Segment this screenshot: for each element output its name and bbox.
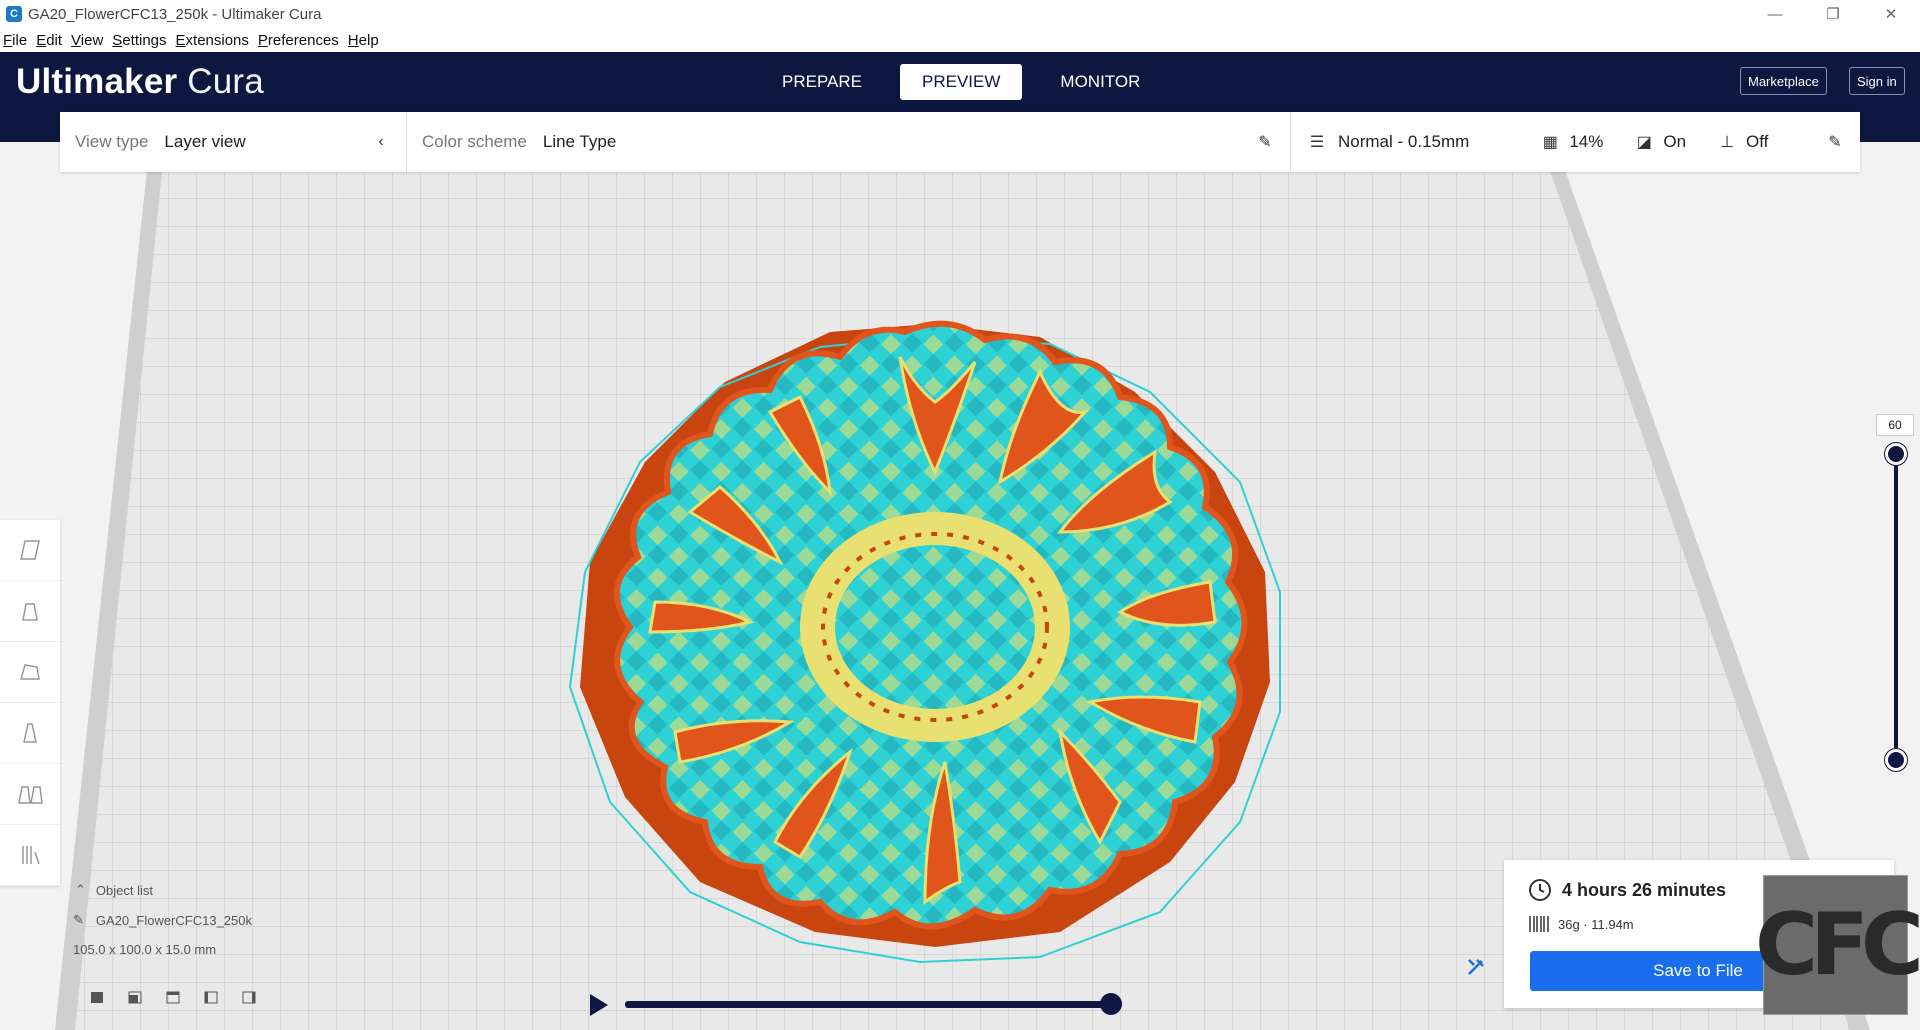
rotate-icon[interactable]: [0, 642, 60, 703]
view-orientation-buttons: [78, 988, 268, 1006]
marketplace-button[interactable]: Marketplace: [1740, 67, 1827, 95]
support-value: On: [1663, 132, 1687, 151]
path-slider-track[interactable]: [625, 1001, 1115, 1008]
scale-icon[interactable]: [0, 581, 60, 642]
view-type-selector[interactable]: View type Layer view ‹: [60, 112, 407, 172]
pencil-icon[interactable]: ✎: [73, 912, 84, 928]
menu-extensions[interactable]: Extensions: [176, 32, 249, 49]
sign-in-button[interactable]: Sign in: [1849, 67, 1905, 95]
object-list-toggle[interactable]: ⌃ Object list: [75, 882, 252, 898]
current-layer-label[interactable]: 60: [1876, 414, 1914, 436]
menu-help[interactable]: Help: [348, 32, 379, 49]
restore-button[interactable]: ❐: [1804, 0, 1862, 28]
close-button[interactable]: ✕: [1862, 0, 1920, 28]
mirror-icon[interactable]: [0, 703, 60, 764]
left-view-icon[interactable]: [192, 988, 230, 1006]
play-icon[interactable]: [590, 994, 608, 1016]
object-info: ⌃ Object list ✎ GA20_FlowerCFC13_250k 10…: [73, 882, 252, 957]
object-list-label: Object list: [95, 882, 153, 898]
tool-panel: [0, 520, 60, 886]
support-icon: ◪: [1636, 134, 1652, 151]
pencil-settings-icon[interactable]: ✎: [1824, 131, 1846, 153]
menu-edit[interactable]: Edit: [36, 32, 62, 49]
minimize-button[interactable]: —: [1746, 0, 1804, 28]
material-usage: 36g · 11.94m: [1528, 914, 1634, 934]
view-type-value: Layer view: [164, 132, 246, 151]
tab-monitor[interactable]: MONITOR: [1038, 64, 1162, 100]
tab-prepare[interactable]: PREPARE: [760, 64, 884, 100]
spool-icon: [1529, 916, 1549, 932]
view-type-label: View type: [75, 132, 149, 151]
print-settings-selector[interactable]: ☰ Normal - 0.15mm ▦ 14% ◪ On ⊥ Off ✎: [1291, 112, 1860, 172]
clock-icon: [1529, 879, 1551, 901]
move-icon[interactable]: [0, 520, 60, 581]
infill-value: 14%: [1569, 132, 1604, 151]
layer-slider-track[interactable]: [1894, 452, 1898, 759]
ultimaker-cura-logo: Ultimaker Cura: [16, 62, 264, 101]
color-scheme-selector[interactable]: Color scheme Line Type ✎: [407, 112, 1291, 172]
path-slider-handle[interactable]: [1100, 993, 1122, 1015]
material-label: 36g · 11.94m: [1558, 916, 1634, 932]
print-time-label: 4 hours 26 minutes: [1562, 879, 1727, 900]
profile-icon: ☰: [1309, 134, 1325, 151]
menu-bar: File Edit View Settings Extensions Prefe…: [0, 28, 1920, 52]
color-scheme-label: Color scheme: [422, 132, 527, 151]
3d-viewport[interactable]: ⌃ Object list ✎ GA20_FlowerCFC13_250k 10…: [0, 142, 1920, 1030]
view-settings-toolbar: View type Layer view ‹ Color scheme Line…: [60, 112, 1860, 172]
chevron-left-icon[interactable]: ‹: [370, 131, 392, 153]
tab-preview[interactable]: PREVIEW: [900, 64, 1023, 100]
3d-view-icon[interactable]: [78, 988, 116, 1006]
menu-settings[interactable]: Settings: [112, 32, 166, 49]
stage-tabs: PREPARE PREVIEW MONITOR: [760, 64, 1178, 100]
cfc-watermark-logo: CFC: [1755, 875, 1920, 1015]
adhesion-value: Off: [1746, 132, 1769, 151]
menu-view[interactable]: View: [71, 32, 103, 49]
support-blocker-icon[interactable]: [0, 825, 60, 886]
per-model-settings-icon[interactable]: [0, 764, 60, 825]
pencil-edit-icon[interactable]: ✎: [1254, 131, 1276, 153]
top-view-icon[interactable]: [154, 988, 192, 1006]
print-time[interactable]: 4 hours 26 minutes: [1528, 878, 1726, 902]
print-setup-tools-icon[interactable]: [1454, 947, 1498, 987]
window-controls: — ❐ ✕: [1746, 0, 1920, 28]
cura-app-icon: C: [6, 6, 22, 22]
object-name: GA20_FlowerCFC13_250k: [95, 912, 252, 928]
color-scheme-value: Line Type: [542, 132, 617, 151]
adhesion-icon: ⊥: [1720, 134, 1734, 151]
infill-icon: ▦: [1542, 134, 1558, 151]
layer-slider-upper-handle[interactable]: [1885, 443, 1907, 465]
profile-value: Normal - 0.15mm: [1338, 132, 1470, 151]
front-view-icon[interactable]: [116, 988, 154, 1006]
right-view-icon[interactable]: [230, 988, 268, 1006]
window-titlebar: C GA20_FlowerCFC13_250k - Ultimaker Cura…: [0, 0, 1920, 28]
object-dimensions: 105.0 x 100.0 x 15.0 mm: [73, 942, 217, 957]
menu-file[interactable]: File: [3, 32, 27, 49]
chevron-up-icon: ⌃: [75, 882, 86, 897]
layer-slider-lower-handle[interactable]: [1885, 749, 1907, 771]
menu-preferences[interactable]: Preferences: [258, 32, 339, 49]
window-title: GA20_FlowerCFC13_250k - Ultimaker Cura: [28, 5, 322, 23]
